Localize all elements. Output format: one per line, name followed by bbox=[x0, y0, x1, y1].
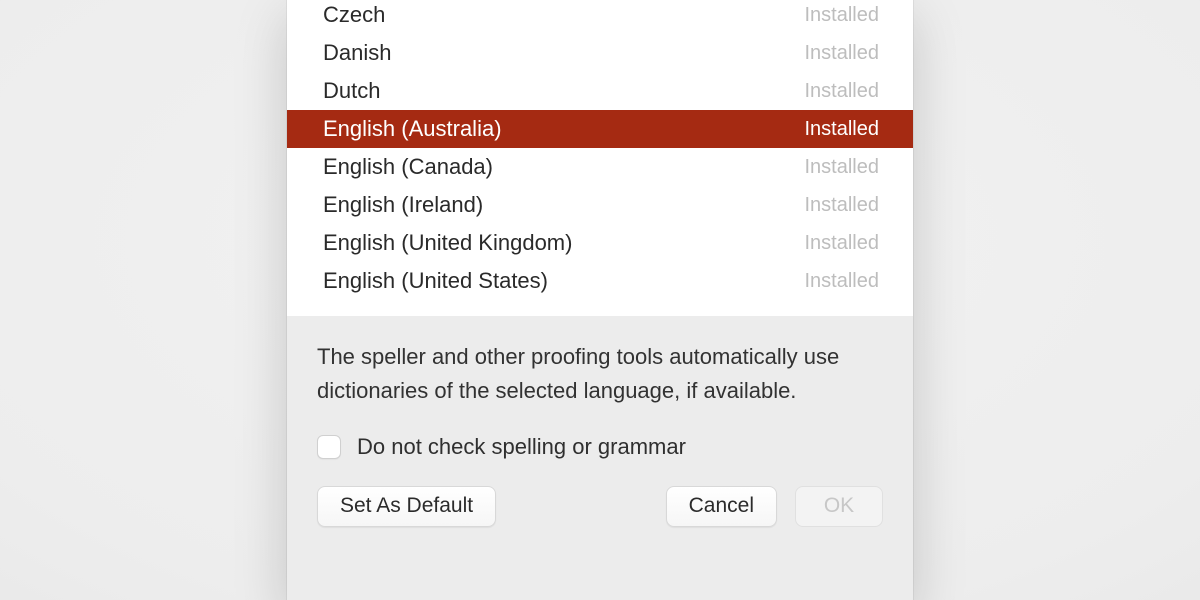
language-dialog: Czech Installed Danish Installed Dutch I… bbox=[287, 0, 913, 600]
language-row[interactable]: English (Ireland) Installed bbox=[287, 186, 913, 224]
window-backdrop: Czech Installed Danish Installed Dutch I… bbox=[0, 0, 1200, 600]
ok-button[interactable]: OK bbox=[795, 486, 883, 527]
language-row[interactable]: English (United States) Installed bbox=[287, 262, 913, 300]
language-status: Installed bbox=[805, 42, 880, 65]
language-row[interactable]: Czech Installed bbox=[287, 0, 913, 34]
language-status: Installed bbox=[805, 156, 880, 179]
checkbox-label: Do not check spelling or grammar bbox=[357, 434, 686, 460]
language-name: English (Canada) bbox=[323, 154, 805, 180]
language-name: English (United States) bbox=[323, 268, 805, 294]
cancel-button[interactable]: Cancel bbox=[666, 486, 777, 527]
proofing-description: The speller and other proofing tools aut… bbox=[287, 316, 913, 412]
language-name: Czech bbox=[323, 2, 805, 28]
language-status: Installed bbox=[805, 4, 880, 27]
language-row[interactable]: Danish Installed bbox=[287, 34, 913, 72]
language-listbox[interactable]: Czech Installed Danish Installed Dutch I… bbox=[287, 0, 913, 316]
language-status: Installed bbox=[805, 118, 880, 141]
set-default-button[interactable]: Set As Default bbox=[317, 486, 496, 527]
language-name: Danish bbox=[323, 40, 805, 66]
language-name: English (Australia) bbox=[323, 116, 805, 142]
language-status: Installed bbox=[805, 80, 880, 103]
checkbox-icon[interactable] bbox=[317, 435, 341, 459]
language-status: Installed bbox=[805, 194, 880, 217]
language-name: English (Ireland) bbox=[323, 192, 805, 218]
language-name: English (United Kingdom) bbox=[323, 230, 805, 256]
language-name: Dutch bbox=[323, 78, 805, 104]
dialog-button-row: Set As Default Cancel OK bbox=[287, 470, 913, 539]
language-row[interactable]: English (United Kingdom) Installed bbox=[287, 224, 913, 262]
language-row-selected[interactable]: English (Australia) Installed bbox=[287, 110, 913, 148]
language-status: Installed bbox=[805, 270, 880, 293]
language-row[interactable]: Dutch Installed bbox=[287, 72, 913, 110]
spellcheck-toggle-row[interactable]: Do not check spelling or grammar bbox=[287, 412, 913, 470]
language-status: Installed bbox=[805, 232, 880, 255]
language-row[interactable]: English (Canada) Installed bbox=[287, 148, 913, 186]
